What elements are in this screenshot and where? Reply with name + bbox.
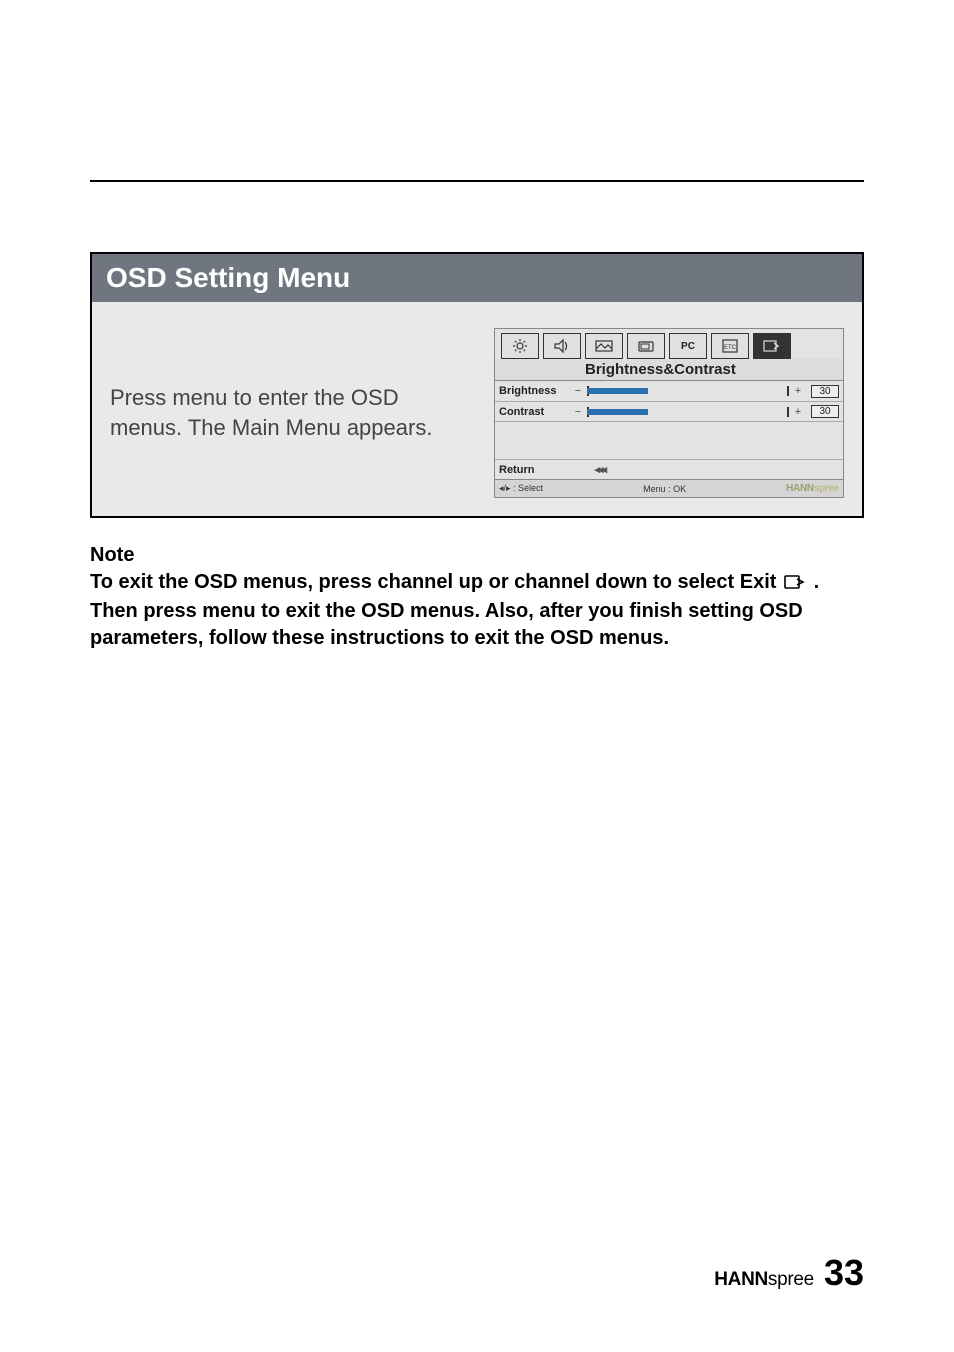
footer-brand: HANNspree <box>714 1269 814 1291</box>
osd-footer: ◂/▸ : Select Menu : OK HANNspree <box>495 479 843 497</box>
osd-slider <box>587 407 789 417</box>
panel-title: OSD Setting Menu <box>106 262 848 294</box>
osd-value: 30 <box>811 385 839 398</box>
osd-setting-panel: OSD Setting Menu Press menu to enter the… <box>90 252 864 518</box>
osd-row-brightness: Brightness − + 30 <box>495 381 843 401</box>
osd-row-label: Brightness <box>499 385 569 397</box>
osd-tab-tv-icon <box>627 333 665 359</box>
osd-return-arrows-icon: ◂◂◂ <box>594 463 605 476</box>
page-footer: HANNspree 33 <box>714 1252 864 1294</box>
osd-value: 30 <box>811 405 839 418</box>
plus-sign: + <box>793 406 803 418</box>
osd-tab-audio-icon <box>543 333 581 359</box>
minus-sign: − <box>573 385 583 397</box>
osd-return-label: Return <box>499 464 534 476</box>
panel-title-bar: OSD Setting Menu <box>92 254 862 302</box>
exit-icon <box>784 571 806 598</box>
osd-row-contrast: Contrast − + 30 <box>495 401 843 421</box>
osd-footer-menu-ok: Menu : OK <box>643 484 686 494</box>
panel-body-text: Press menu to enter the OSD menus. The M… <box>110 383 476 442</box>
osd-footer-select: ◂/▸ : Select <box>499 483 543 494</box>
osd-tab-etc-icon: ETC <box>711 333 749 359</box>
osd-empty-rows <box>495 421 843 459</box>
osd-tab-exit-icon <box>753 333 791 359</box>
osd-tab-pc-label: PC <box>669 333 707 359</box>
svg-text:ETC: ETC <box>724 345 737 351</box>
osd-row-return: Return ◂◂◂ <box>495 459 843 479</box>
osd-row-label: Contrast <box>499 406 569 418</box>
osd-tab-picture-icon <box>585 333 623 359</box>
plus-sign: + <box>793 385 803 397</box>
minus-sign: − <box>573 406 583 418</box>
note-heading: Note <box>90 542 864 569</box>
osd-tab-brightness-icon <box>501 333 539 359</box>
horizontal-rule <box>90 180 864 182</box>
osd-screenshot: PC ETC Brightness&Contrast Brightness <box>494 328 844 498</box>
osd-subtitle: Brightness&Contrast <box>495 359 843 381</box>
page-number: 33 <box>824 1252 864 1294</box>
note-body: To exit the OSD menus, press channel up … <box>90 569 864 652</box>
osd-footer-brand: HANNspree <box>786 483 839 494</box>
osd-slider <box>587 386 789 396</box>
note-block: Note To exit the OSD menus, press channe… <box>90 542 864 652</box>
